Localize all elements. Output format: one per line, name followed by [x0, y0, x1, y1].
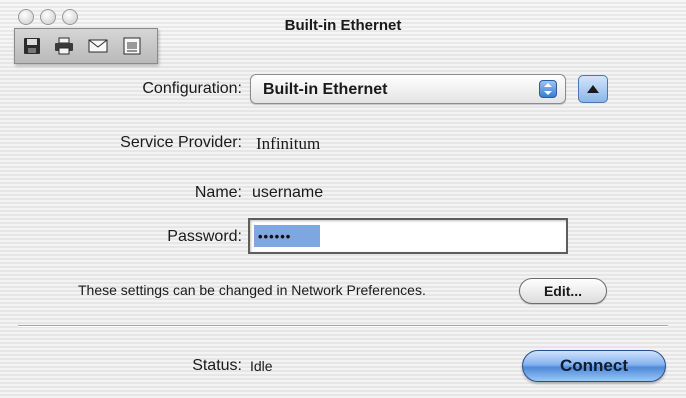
triangle-up-icon: [587, 85, 599, 93]
save-icon[interactable]: [21, 35, 43, 57]
edit-button[interactable]: Edit...: [519, 278, 607, 304]
updown-arrows-icon: [539, 80, 557, 98]
separator: [18, 325, 668, 327]
connect-button[interactable]: Connect: [522, 350, 666, 382]
configuration-value: Built-in Ethernet: [263, 81, 388, 98]
name-value: username: [252, 184, 324, 201]
service-provider-value: Infinitum: [256, 134, 321, 153]
password-label: Password:: [167, 228, 242, 245]
collapse-button[interactable]: [578, 75, 608, 103]
password-value: ••••••: [254, 225, 320, 247]
name-label: Name:: [194, 184, 242, 201]
password-field[interactable]: ••••••: [248, 218, 568, 254]
document-icon[interactable]: [121, 35, 143, 57]
settings-note: These settings can be changed in Network…: [78, 282, 426, 298]
mail-icon[interactable]: [87, 35, 109, 57]
status-label: Status:: [192, 357, 242, 374]
configuration-popup[interactable]: Built-in Ethernet: [250, 74, 566, 104]
print-icon[interactable]: [53, 35, 75, 57]
service-provider-label: Service Provider:: [120, 134, 242, 151]
configuration-label: Configuration:: [142, 80, 242, 97]
status-value: Idle: [250, 358, 273, 374]
floating-toolbar: [14, 28, 158, 64]
